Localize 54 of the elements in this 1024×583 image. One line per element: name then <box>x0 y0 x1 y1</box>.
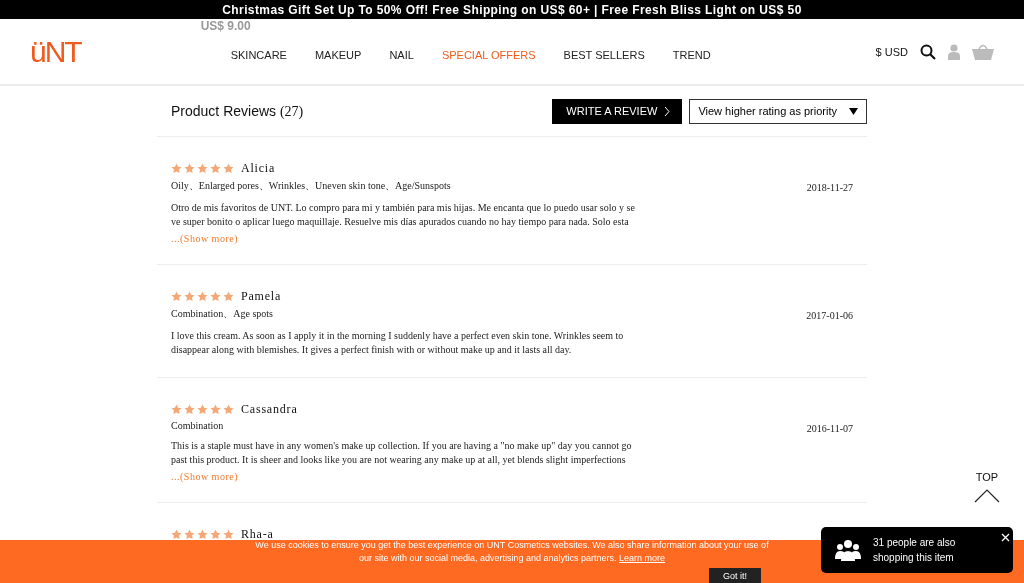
reviewer-name: Cassandra <box>241 402 298 417</box>
review-text: This is a staple must have in any women's make up collection. If you are having a "no make up" day you cannot go past this product. It is sheer and looks like you are not wearing any make up at all, yet blends slight imperfections <box>171 439 633 467</box>
star-icon <box>184 529 195 540</box>
notification-text: 31 people are also shopping this item <box>873 536 957 565</box>
star-icon <box>184 404 195 415</box>
star-icon <box>210 163 221 174</box>
star-icon <box>223 404 234 415</box>
star-icon <box>223 529 234 540</box>
nav-link[interactable]: MAKEUP <box>314 48 362 61</box>
star-icon <box>223 163 234 174</box>
reviewer-name: Pamela <box>241 289 282 304</box>
cookie-message: We use cookies to ensure you get the best experience on UNT Cosmetics websites. We also share information about your use of our site with our social media, advertising and analytics partners. Learn more <box>254 539 770 565</box>
nav-link[interactable]: TREND <box>672 48 711 61</box>
star-icon <box>171 529 182 540</box>
star-icon <box>210 291 221 302</box>
reviewer-name: Rha-a <box>241 527 274 542</box>
people-icon <box>835 539 861 561</box>
star-icon <box>197 529 208 540</box>
promo-text: Christmas Gift Set Up To 50% Off! Free Shipping on US$ 60+ | Free Fresh Bliss Light on US$ 50 <box>222 2 802 17</box>
nav-link[interactable]: BEST SELLERS <box>563 48 645 61</box>
star-icon <box>210 404 221 415</box>
review-date: 2016-11-07 <box>806 422 853 436</box>
nav-link[interactable]: NAIL <box>389 48 414 61</box>
star-icon <box>223 291 234 302</box>
skin-tags: Combination <box>171 420 639 431</box>
skin-tags: Combination、Age spots <box>171 307 639 321</box>
star-icon <box>210 529 221 540</box>
star-icon <box>171 163 182 174</box>
search-icon[interactable] <box>920 43 936 60</box>
sort-dropdown[interactable]: View higher rating as priority <box>689 98 867 124</box>
write-review-button[interactable]: WRITE A REVIEW <box>552 98 683 124</box>
reviewer-name: Alicia <box>241 161 276 176</box>
star-icon <box>171 404 182 415</box>
star-icon <box>171 291 182 302</box>
ghost-price: US$ 9.00 <box>200 18 251 33</box>
nav-link[interactable]: SPECIAL OFFERS <box>441 48 536 61</box>
star-icon <box>197 291 208 302</box>
skin-tags: Oily、Enlarged pores、Wrinkles、Uneven skin tone、Age/Sunspots <box>171 179 639 193</box>
review-text: I love this cream. As soon as I apply it in the morning I suddenly have a perfect even skin tone. Wrinkles seem to disappear along with blemishes. It gives a perfect finish with or without make up and it lasts all day. <box>171 329 625 357</box>
star-icon <box>197 163 208 174</box>
star-icon <box>184 163 195 174</box>
caret-icon <box>849 107 858 115</box>
currency-selector[interactable]: $ USD <box>875 45 908 58</box>
nav-link[interactable]: SKINCARE <box>230 48 287 61</box>
review-text: Otro de mis favoritos de UNT. Lo compro para mi y también para mis hijas. Me encanta que lo puedo usar solo y se ve super bonito o aplicar luego maquillaje. Resuelve mis días apurados cuando no hay tiempo para nada. Solo esta <box>171 201 636 229</box>
reviews-title: Product Reviews (27) <box>171 102 304 120</box>
star-icon <box>197 404 208 415</box>
accept-cookies-button[interactable]: Got it! <box>709 568 761 583</box>
close-icon[interactable] <box>1001 533 1010 542</box>
chevron-icon <box>664 105 671 117</box>
review-date: 2017-01-06 <box>806 309 853 323</box>
back-to-top-button[interactable]: TOP <box>974 471 1000 503</box>
review-date: 2018-11-27 <box>806 181 853 195</box>
star-icon <box>184 291 195 302</box>
